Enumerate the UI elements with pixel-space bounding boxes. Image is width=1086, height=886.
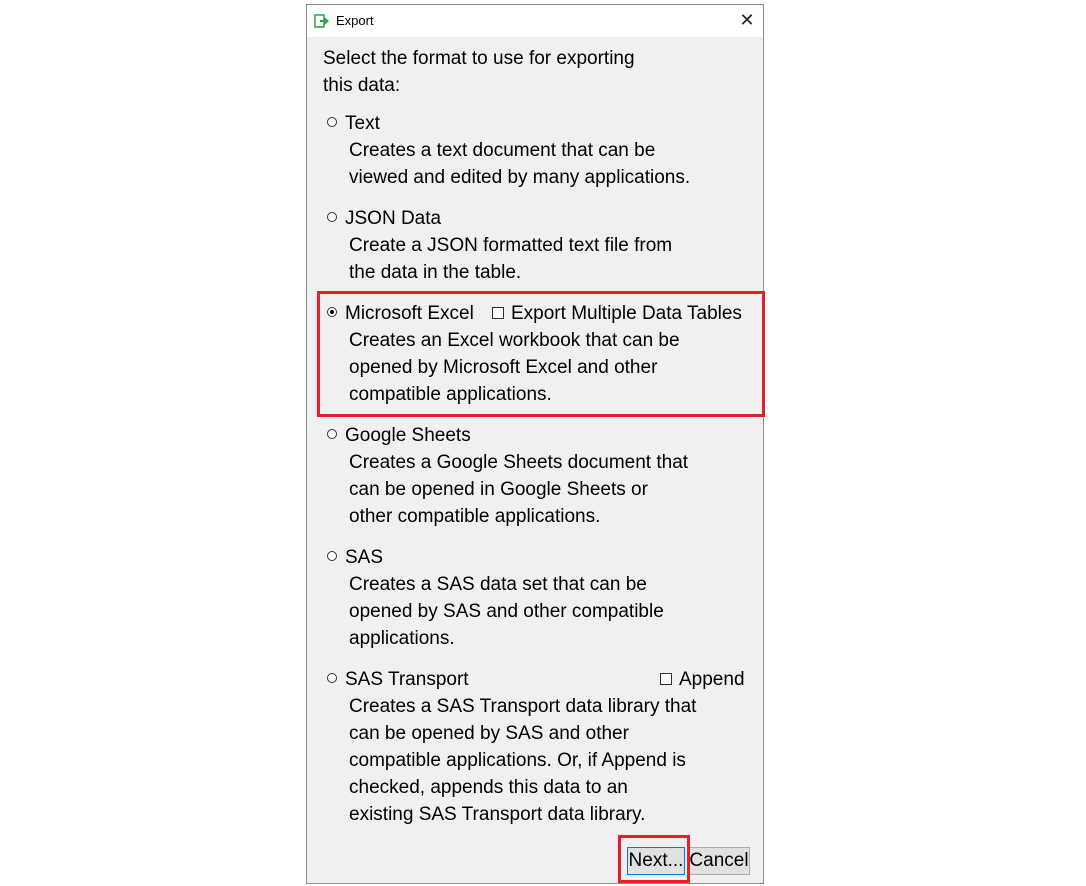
description-line: opened by Microsoft Excel and other (349, 357, 658, 378)
radio-sas[interactable] (327, 551, 337, 561)
radio-json-data[interactable] (327, 212, 337, 222)
option-google-sheets: Google Sheets Creates a Google Sheets do… (321, 422, 751, 530)
description-line: other compatible applications. (349, 506, 601, 527)
export-multiple-tables-checkbox[interactable] (492, 307, 504, 319)
option-label[interactable]: Google Sheets (345, 422, 471, 449)
window-title: Export (336, 13, 374, 28)
option-description: Creates a SAS Transport data library tha… (349, 693, 751, 828)
description-line: can be opened by SAS and other (349, 723, 629, 744)
export-arrow-icon (314, 14, 330, 28)
option-sas: SAS Creates a SAS data set that can be o… (321, 544, 751, 652)
description-line: Creates a text document that can be (349, 140, 656, 161)
export-dialog: Export ✕ Select the format to use for ex… (306, 4, 765, 884)
option-description: Create a JSON formatted text file from t… (349, 232, 751, 286)
option-label[interactable]: JSON Data (345, 205, 441, 232)
option-label[interactable]: Text (345, 110, 380, 137)
description-line: existing SAS Transport data library. (349, 804, 646, 825)
description-line: can be opened in Google Sheets or (349, 479, 648, 500)
radio-sas-transport[interactable] (327, 673, 337, 683)
option-text: Text Creates a text document that can be… (321, 110, 751, 191)
option-json-data: JSON Data Create a JSON formatted text f… (321, 205, 751, 286)
radio-text[interactable] (327, 117, 337, 127)
description-line: compatible applications. Or, if Append i… (349, 750, 686, 771)
description-line: checked, appends this data to an (349, 777, 628, 798)
title-bar: Export ✕ (307, 5, 763, 37)
option-description: Creates an Excel workbook that can be op… (349, 327, 751, 408)
option-microsoft-excel: Microsoft Excel Export Multiple Data Tab… (321, 300, 751, 408)
option-description: Creates a text document that can be view… (349, 137, 751, 191)
next-button[interactable]: Next... (627, 847, 685, 875)
option-description: Creates a SAS data set that can be opene… (349, 571, 751, 652)
option-label[interactable]: SAS (345, 544, 383, 571)
radio-microsoft-excel[interactable] (327, 307, 337, 317)
description-line: Creates an Excel workbook that can be (349, 330, 680, 351)
description-line: applications. (349, 628, 455, 649)
description-line: Creates a SAS data set that can be (349, 574, 647, 595)
description-line: opened by SAS and other compatible (349, 601, 664, 622)
option-label[interactable]: Microsoft Excel (345, 300, 474, 327)
checkbox-label[interactable]: Export Multiple Data Tables (511, 300, 742, 327)
close-icon[interactable]: ✕ (735, 9, 759, 33)
cancel-button[interactable]: Cancel (688, 847, 750, 875)
append-checkbox[interactable] (660, 673, 672, 685)
description-line: compatible applications. (349, 384, 552, 405)
checkbox-label[interactable]: Append (679, 666, 745, 693)
description-line: viewed and edited by many applications. (349, 167, 691, 188)
option-description: Creates a Google Sheets document that ca… (349, 449, 751, 530)
option-sas-transport: SAS Transport Append Creates a SAS Trans… (321, 666, 751, 828)
option-label[interactable]: SAS Transport (345, 666, 469, 693)
radio-google-sheets[interactable] (327, 429, 337, 439)
prompt-line: this data: (323, 75, 401, 96)
description-line: Creates a SAS Transport data library tha… (349, 696, 697, 717)
prompt-text: Select the format to use for exporting t… (323, 45, 723, 99)
description-line: the data in the table. (349, 262, 522, 283)
prompt-line: Select the format to use for exporting (323, 48, 635, 69)
description-line: Create a JSON formatted text file from (349, 235, 673, 256)
description-line: Creates a Google Sheets document that (349, 452, 689, 473)
